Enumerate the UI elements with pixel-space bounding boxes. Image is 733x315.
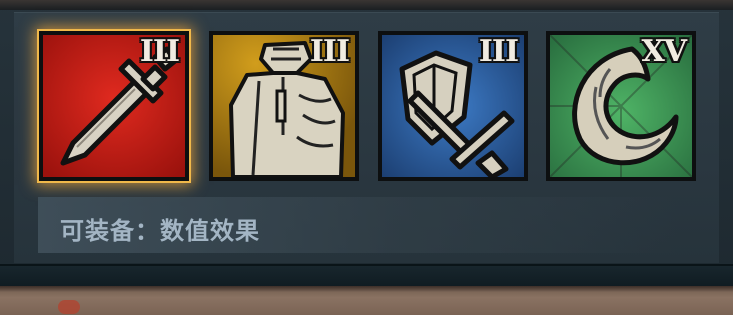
- sword-card[interactable]: III: [39, 31, 189, 181]
- red-marker: [58, 300, 80, 314]
- crescent-card[interactable]: XV: [546, 31, 696, 181]
- bottom-divider: [0, 264, 733, 288]
- shield-sword-card[interactable]: III: [378, 31, 528, 181]
- inventory-frame: III III III XV 可装备：数值效果: [0, 0, 733, 315]
- rank-label: III: [139, 34, 180, 69]
- top-border: [0, 0, 733, 10]
- rank-label: III: [478, 34, 519, 69]
- rank-label: XV: [641, 34, 687, 69]
- rank-label: III: [309, 34, 350, 69]
- equip-effect-label: 可装备：数值效果: [60, 217, 260, 245]
- armor-card[interactable]: III: [209, 31, 359, 181]
- bottom-parchment: [0, 286, 733, 315]
